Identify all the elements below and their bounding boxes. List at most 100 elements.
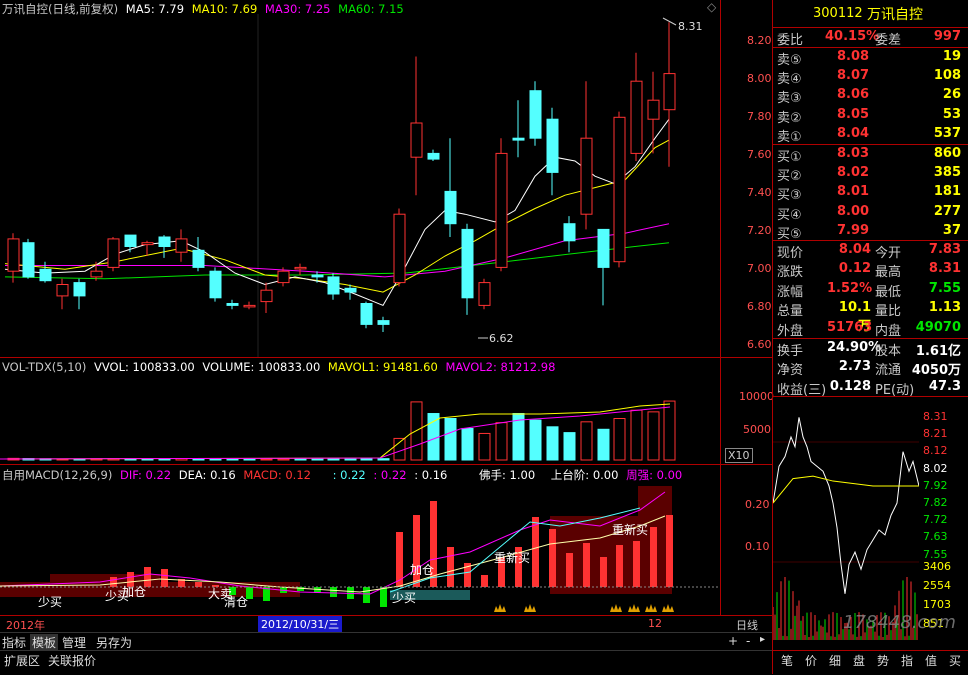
price-tick: 6.80: [747, 300, 772, 313]
stat-row: 现价 8.04 今开 7.83: [773, 241, 965, 261]
stat-row: 换手 24.90% 股本 1.61亿: [773, 339, 965, 359]
candle-body: [311, 274, 324, 278]
level-price: 8.00: [837, 203, 870, 219]
level-label: 卖②: [777, 110, 802, 126]
volume-chart[interactable]: [0, 374, 720, 464]
tab-indicator[interactable]: 指标: [2, 634, 26, 651]
bid-row[interactable]: 买② 8.02 385: [773, 164, 965, 184]
ask-row[interactable]: 卖① 8.04 537: [773, 125, 965, 145]
stat-label: 今开: [875, 246, 902, 261]
ask-row[interactable]: 卖⑤ 8.08 19: [773, 48, 965, 68]
level-label: 卖⑤: [777, 53, 802, 68]
stat-value: 8.31: [928, 261, 961, 277]
macd-bar: [566, 553, 573, 587]
macd-chart[interactable]: 少买 少买加仓 大卖清仓 少买加仓重新买重新买: [0, 482, 720, 615]
bottom-tab-0[interactable]: 笔: [777, 652, 797, 669]
main-chart-panel[interactable]: 万讯自控(日线,前复权) MA5: 7.79 MA10: 7.69 MA30: …: [0, 0, 774, 632]
stat-label: 净资: [777, 363, 804, 379]
candle-body: [7, 238, 20, 272]
level-volume: 53: [942, 106, 961, 122]
zoom-in-button[interactable]: +: [728, 634, 738, 648]
macd-axis: 0.20 0.10: [720, 465, 773, 615]
macd-bar: [330, 587, 337, 597]
stat-label: PE(动): [875, 382, 915, 398]
candle-body: [107, 238, 120, 268]
candle-body: [478, 282, 491, 306]
macd-bar: [297, 587, 304, 591]
tab-extension[interactable]: 扩展区: [4, 652, 40, 669]
macd-value: MACD: 0.12: [243, 468, 311, 482]
stat-label: 流通: [875, 363, 902, 379]
bottom-tab-4[interactable]: 势: [873, 652, 893, 669]
stat-label: 涨跌: [777, 265, 804, 281]
kline-chart[interactable]: 8.31 6.62: [0, 14, 720, 357]
candle-body: [393, 213, 406, 284]
candle-body: [512, 137, 525, 141]
flame-icon: [524, 604, 536, 612]
bid-row[interactable]: 买⑤ 7.99 37: [773, 222, 965, 242]
stat-value: 24.90%: [827, 340, 882, 355]
mini-price-tick: 8.12: [923, 444, 948, 458]
stat-label: 收益(三): [777, 382, 827, 398]
zhouqiang-value: 周强: 0.00: [626, 468, 683, 482]
candle-body: [630, 80, 643, 154]
price-tick: 7.60: [747, 148, 772, 161]
level-volume: 181: [933, 184, 961, 200]
candle-body: [613, 116, 626, 263]
flame-icon: [628, 604, 640, 612]
bottom-tab-2[interactable]: 细: [825, 652, 845, 669]
candle-body: [260, 289, 273, 303]
bid-row[interactable]: 买④ 8.00 277: [773, 203, 965, 223]
level-price: 7.99: [837, 222, 870, 238]
bid-row[interactable]: 买③ 8.01 181: [773, 183, 965, 203]
candle-body: [580, 137, 593, 215]
bottom-tab-1[interactable]: 价: [801, 652, 821, 669]
bid-row[interactable]: 买① 8.03 860: [773, 145, 965, 165]
volume-tick: 5000: [743, 423, 771, 436]
candle-body: [73, 282, 86, 297]
settings-gear-icon[interactable]: ◇: [707, 0, 721, 14]
candle-body: [410, 122, 423, 158]
stat-value: 1.61亿: [915, 344, 961, 359]
tab-related-quote[interactable]: 关联报价: [48, 652, 96, 669]
volume-bar: [427, 413, 440, 461]
candle-body: [563, 223, 576, 242]
candle-body: [90, 270, 103, 278]
tab-manage[interactable]: 管理: [62, 634, 86, 651]
dea-value: DEA: 0.16: [178, 468, 236, 482]
zoom-out-button[interactable]: -: [746, 634, 750, 648]
ask-row[interactable]: 卖③ 8.06 26: [773, 86, 965, 106]
bottom-tab-5[interactable]: 指: [897, 652, 917, 669]
stat-label: 内盘: [875, 323, 902, 339]
macd-header: 自用MACD(12,26,9) DIF: 0.22 DEA: 0.16 MACD…: [2, 467, 686, 483]
macd-signal-label: 加仓: [122, 585, 146, 599]
macd-signal-label: 重新买: [494, 550, 530, 565]
mini-price-tick: 7.72: [923, 513, 948, 527]
tab-template[interactable]: 模板: [30, 634, 59, 651]
volume-bar: [226, 458, 239, 461]
ask-row[interactable]: 卖④ 8.07 108: [773, 67, 965, 87]
year-label: 2012年: [6, 619, 45, 632]
level-volume: 385: [933, 165, 961, 181]
macd-bar: [363, 587, 370, 603]
scroll-right-icon[interactable]: ▸: [760, 634, 765, 645]
bottom-tab-7[interactable]: 买: [945, 652, 965, 669]
candle-body: [647, 99, 660, 120]
level-price: 8.07: [837, 68, 870, 84]
candle-body: [427, 152, 440, 160]
macd-bar: [144, 567, 151, 587]
candle-body: [141, 242, 154, 246]
stock-code: 300112: [813, 6, 863, 21]
volume-bar: [158, 458, 171, 461]
level-volume: 19: [942, 49, 961, 64]
bottom-tab-6[interactable]: 值: [921, 652, 941, 669]
tab-save-as[interactable]: 另存为: [96, 634, 132, 651]
volume-bar: [563, 432, 576, 461]
candle-body: [546, 118, 559, 173]
ask-row[interactable]: 卖② 8.05 53: [773, 106, 965, 126]
intraday-mini-chart[interactable]: [773, 410, 919, 642]
bottom-tab-3[interactable]: 盘: [849, 652, 869, 669]
macd-bar: [666, 515, 673, 587]
candle-body: [277, 270, 290, 284]
candle-body: [39, 268, 52, 282]
